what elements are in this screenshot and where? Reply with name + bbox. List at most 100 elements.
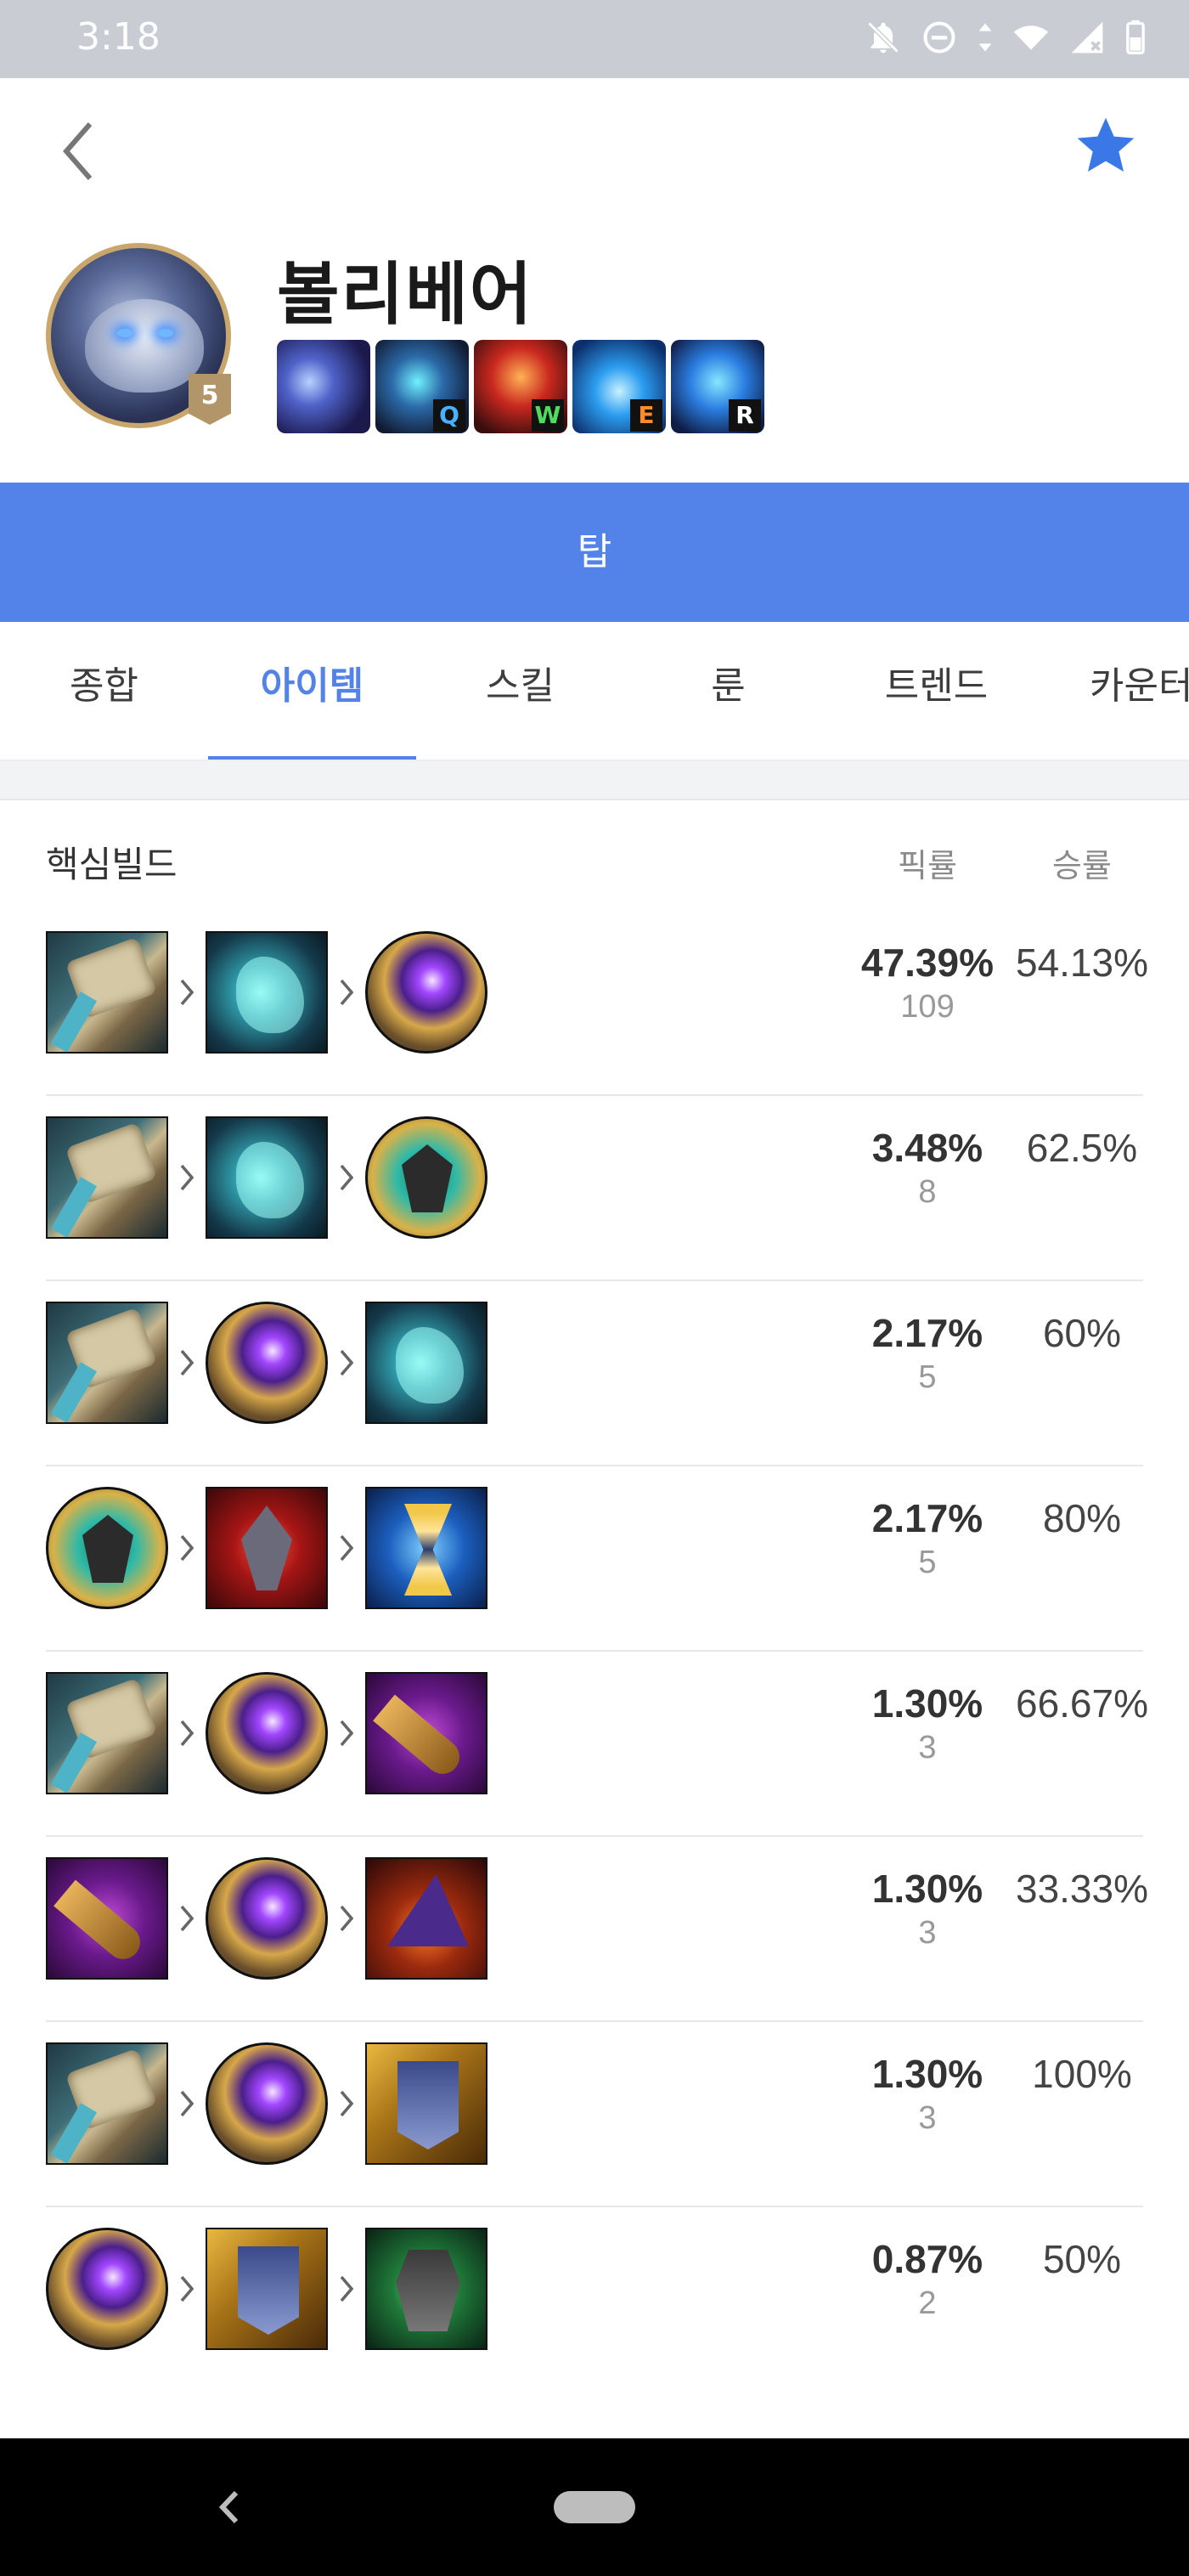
spike-item-icon[interactable] xyxy=(206,1487,328,1609)
pick-count: 5 xyxy=(918,1545,937,1580)
status-bar: 3:18 xyxy=(0,0,1189,78)
data-arrows-icon xyxy=(978,23,992,52)
chevron-right-icon xyxy=(340,979,354,1006)
shield-item-icon[interactable] xyxy=(46,1487,168,1609)
build-items xyxy=(46,1857,487,1980)
notifications-off-icon xyxy=(867,21,899,54)
section-divider xyxy=(0,761,1189,800)
pick-count: 5 xyxy=(918,1359,937,1395)
top-nav xyxy=(0,78,1189,223)
chevron-right-icon xyxy=(180,1905,194,1932)
chevron-right xyxy=(328,1116,365,1239)
chevron-right xyxy=(168,931,206,1054)
pick-count: 3 xyxy=(918,2100,937,2136)
status-icons xyxy=(865,19,1147,56)
orb-item-icon[interactable] xyxy=(46,2228,168,2350)
hammer-item-icon[interactable] xyxy=(46,2042,168,2165)
champion-name: 볼리베어 xyxy=(277,255,534,334)
favorite-button[interactable] xyxy=(1072,112,1140,180)
tab-trend[interactable]: 트렌드 xyxy=(832,622,1040,760)
skill-key-r: R xyxy=(729,399,761,432)
build-row[interactable]: 0.87% 2 50% xyxy=(46,2207,1143,2392)
orb-item-icon[interactable] xyxy=(206,2042,328,2165)
chevron-right xyxy=(168,2042,206,2165)
armor-item-icon[interactable] xyxy=(365,2228,487,2350)
build-row[interactable]: 1.30% 3 66.67% xyxy=(46,1652,1148,1837)
tab-items[interactable]: 아이템 xyxy=(208,622,416,760)
chevron-right-icon xyxy=(340,2275,354,2302)
win-rate: 33.33% xyxy=(1015,1867,1148,1911)
chevron-right xyxy=(168,1116,206,1239)
build-row[interactable]: 2.17% 5 80% xyxy=(46,1466,1143,1652)
pick-count: 109 xyxy=(900,989,955,1025)
build-row[interactable]: 3.48% 8 62.5% xyxy=(46,1096,1143,1281)
claw-item-icon[interactable] xyxy=(206,931,328,1054)
orb-item-icon[interactable] xyxy=(365,931,487,1054)
build-row[interactable]: 1.30% 3 100% xyxy=(46,2022,1143,2207)
pick-rate: 1.30% xyxy=(871,1867,983,1911)
pick-rate: 1.30% xyxy=(871,1681,983,1726)
tab-overview[interactable]: 종합 xyxy=(0,622,208,760)
pick-stats: 1.30% 3 xyxy=(851,1866,1004,1952)
build-row[interactable]: 47.39% 109 54.13% xyxy=(46,911,1148,1096)
build-row[interactable]: 1.30% 3 33.33% xyxy=(46,1837,1148,2022)
wifi-icon xyxy=(1013,25,1049,50)
system-home-button[interactable] xyxy=(554,2491,635,2523)
chevron-right xyxy=(328,931,365,1054)
chevron-right xyxy=(168,1857,206,1980)
chevron-right-icon xyxy=(340,1534,354,1562)
build-row[interactable]: 2.17% 5 60% xyxy=(46,1281,1143,1466)
orb-item-icon[interactable] xyxy=(206,1302,328,1424)
win-rate: 80% xyxy=(1042,1496,1122,1540)
skill-key-e: E xyxy=(630,399,662,432)
win-rate: 66.67% xyxy=(1015,1681,1148,1726)
orb-item-icon[interactable] xyxy=(206,1857,328,1980)
status-time: 3:18 xyxy=(76,15,161,59)
win-rate-header: 승률 xyxy=(1052,847,1112,884)
chevron-right xyxy=(168,1487,206,1609)
pick-rate: 1.30% xyxy=(871,2052,983,2096)
back-arrow-icon xyxy=(218,2490,239,2524)
banner-item-icon[interactable] xyxy=(365,2042,487,2165)
chevron-right xyxy=(168,1672,206,1794)
hammer-item-icon[interactable] xyxy=(46,1672,168,1794)
hat-item-icon[interactable] xyxy=(365,1857,487,1980)
claw-item-icon[interactable] xyxy=(365,1302,487,1424)
pick-stats: 1.30% 3 xyxy=(851,2051,1004,2137)
pick-stats: 47.39% 109 xyxy=(851,940,1004,1025)
hammer-item-icon[interactable] xyxy=(46,931,168,1054)
dagger-item-icon[interactable] xyxy=(46,1857,168,1980)
battery-icon xyxy=(1126,20,1145,54)
chevron-right-icon xyxy=(180,1534,194,1562)
tab-skills[interactable]: 스킬 xyxy=(416,622,624,760)
win-rate: 54.13% xyxy=(1015,941,1148,985)
hammer-item-icon[interactable] xyxy=(46,1116,168,1239)
dagger-item-icon[interactable] xyxy=(365,1672,487,1794)
hourglass-item-icon[interactable] xyxy=(365,1487,487,1609)
pick-count: 8 xyxy=(918,1174,937,1210)
tab-runes[interactable]: 룬 xyxy=(624,622,832,760)
skill-w-icon[interactable]: W xyxy=(474,340,567,433)
skill-r-icon[interactable]: R xyxy=(671,340,764,433)
level-badge: 5 xyxy=(189,374,231,425)
lane-selector[interactable]: 탑 xyxy=(0,483,1189,622)
build-items xyxy=(46,2042,487,2165)
chevron-right xyxy=(328,1302,365,1424)
core-build-title: 핵심빌드 xyxy=(46,844,178,885)
chevron-right-icon xyxy=(180,2090,194,2117)
system-nav-bar xyxy=(0,2438,1189,2576)
orb-item-icon[interactable] xyxy=(206,1672,328,1794)
skill-e-icon[interactable]: E xyxy=(572,340,666,433)
claw-item-icon[interactable] xyxy=(206,1116,328,1239)
system-back-button[interactable] xyxy=(212,2486,246,2528)
skill-q-icon[interactable]: Q xyxy=(375,340,469,433)
back-button[interactable] xyxy=(53,117,104,185)
chevron-left-icon xyxy=(63,122,93,180)
shield-item-icon[interactable] xyxy=(365,1116,487,1239)
banner-item-icon[interactable] xyxy=(206,2228,328,2350)
pick-rate: 47.39% xyxy=(860,941,994,985)
tab-counter[interactable]: 카운터 xyxy=(1040,622,1189,760)
skill-passive-icon[interactable] xyxy=(277,340,370,433)
hammer-item-icon[interactable] xyxy=(46,1302,168,1424)
pick-stats: 2.17% 5 xyxy=(851,1495,1004,1581)
